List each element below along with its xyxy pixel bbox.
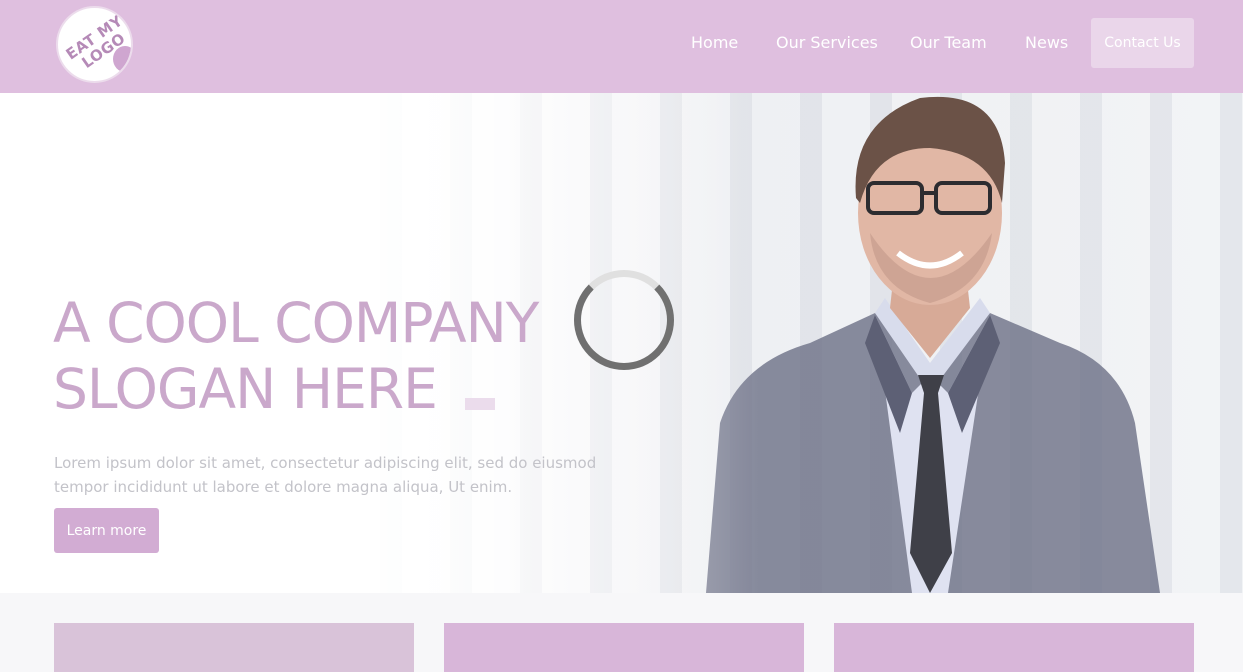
hero-description: Lorem ipsum dolor sit amet, consectetur …	[54, 454, 597, 496]
slogan-underline	[465, 398, 495, 410]
learn-more-button[interactable]: Learn more	[54, 508, 159, 553]
nav-our-services[interactable]: Our Services	[776, 33, 878, 52]
hero-person-image	[706, 96, 1160, 593]
service-card[interactable]	[834, 623, 1194, 672]
service-card[interactable]	[444, 623, 804, 672]
contact-us-button[interactable]: Contact Us	[1091, 18, 1194, 68]
service-card[interactable]	[54, 623, 414, 672]
site-header: EAT MY LOGO Home Our Services Our Team N…	[0, 0, 1243, 93]
loading-spinner-icon	[574, 270, 674, 370]
nav-our-team[interactable]: Our Team	[910, 33, 987, 52]
logo[interactable]: EAT MY LOGO	[56, 6, 133, 83]
logo-decoration	[113, 46, 131, 72]
slogan-line-2: SLOGAN HERE	[53, 357, 438, 421]
nav-home[interactable]: Home	[691, 33, 738, 52]
nav-news[interactable]: News	[1025, 33, 1068, 52]
